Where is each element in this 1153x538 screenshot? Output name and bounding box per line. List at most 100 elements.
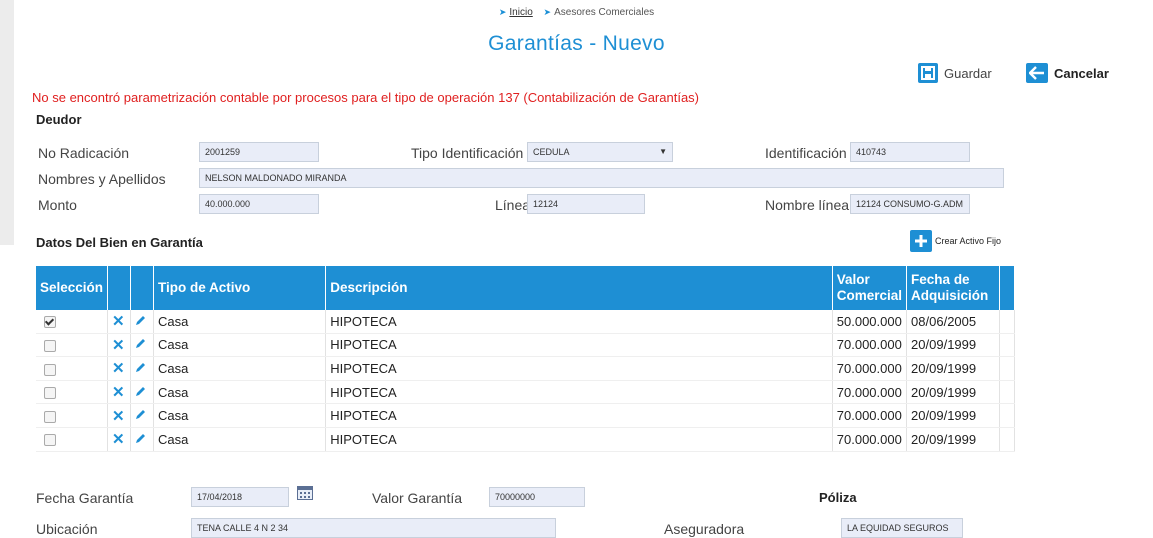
calendar-icon[interactable] [297,486,313,505]
col-edit [130,266,154,310]
breadcrumb-arrow-icon: ➤ [498,7,507,17]
col-seleccion[interactable]: Selección [36,266,109,310]
linea-field[interactable]: 12124 [527,194,645,214]
row-tipo: Casa [153,403,327,428]
row-tipo: Casa [153,427,327,452]
edit-pencil-icon[interactable] [135,337,147,352]
row-tipo: Casa [153,356,327,381]
monto-field[interactable]: 40.000.000 [199,194,319,214]
nombres-field[interactable]: NELSON MALDONADO MIRANDA [199,168,1004,188]
row-valor: 70.000.000 [832,427,908,452]
col-valor[interactable]: Valor Comercial [832,266,908,310]
row-edit-cell [130,380,154,405]
row-valor: 70.000.000 [832,333,908,358]
row-scroll-cell [999,356,1015,381]
row-select-checkbox[interactable] [44,363,56,376]
row-scroll-cell [999,380,1015,405]
identificacion-field[interactable]: 410743 [850,142,970,162]
row-fecha: 20/09/1999 [906,427,1000,452]
save-button[interactable]: Guardar [918,63,992,83]
nombres-label: Nombres y Apellidos [38,171,166,187]
row-edit-cell [130,310,154,334]
valor-garantia-label: Valor Garantía [372,490,463,506]
delete-x-icon[interactable]: ✕ [112,384,125,401]
col-scroll [999,266,1015,310]
row-valor: 50.000.000 [832,310,908,334]
tipo-identificacion-value: CEDULA [533,147,570,157]
row-edit-cell [130,333,154,358]
error-message: No se encontró parametrización contable … [32,90,699,105]
row-valor: 70.000.000 [832,380,908,405]
delete-x-icon[interactable]: ✕ [112,431,125,448]
col-tipo[interactable]: Tipo de Activo [153,266,327,310]
row-select-cell [36,427,109,452]
breadcrumb-home-link[interactable]: Inicio [509,7,532,18]
table-row[interactable]: ✕ Casa HIPOTECA 70.000.000 20/09/1999 [36,356,1015,381]
aseguradora-field[interactable]: LA EQUIDAD SEGUROS [841,518,963,538]
breadcrumb: ➤ Inicio ➤ Asesores Comerciales [0,7,1153,18]
col-fecha[interactable]: Fecha de Adquisición [906,266,1000,310]
edit-pencil-icon[interactable] [135,408,147,423]
row-valor: 70.000.000 [832,403,908,428]
chevron-down-icon: ▼ [659,147,667,156]
row-select-checkbox[interactable] [44,339,56,352]
table-row[interactable]: ✕ Casa HIPOTECA 70.000.000 20/09/1999 [36,380,1015,405]
poliza-title: Póliza [819,490,857,505]
row-select-checkbox[interactable] [44,387,56,400]
cancel-button[interactable]: Cancelar [1026,63,1109,83]
ubicacion-field[interactable]: TENA CALLE 4 N 2 34 [191,518,556,538]
no-radicacion-label: No Radicación [38,145,130,161]
edit-pencil-icon[interactable] [135,314,147,329]
no-radicacion-field[interactable]: 2001259 [199,142,319,162]
row-delete-cell: ✕ [107,310,132,334]
row-select-checkbox[interactable] [44,316,56,329]
row-edit-cell [130,427,154,452]
fecha-garantia-field[interactable]: 17/04/2018 [191,487,289,507]
tipo-identificacion-select[interactable]: CEDULA ▼ [527,142,673,162]
edit-pencil-icon[interactable] [135,361,147,376]
row-select-cell [36,356,109,381]
row-scroll-cell [999,403,1015,428]
row-select-checkbox[interactable] [44,434,56,447]
row-descripcion: HIPOTECA [325,333,833,358]
row-descripcion: HIPOTECA [325,427,833,452]
row-fecha: 20/09/1999 [906,403,1000,428]
breadcrumb-current: Asesores Comerciales [554,7,655,18]
col-delete [107,266,132,310]
row-descripcion: HIPOTECA [325,310,833,334]
edit-pencil-icon[interactable] [135,385,147,400]
row-scroll-cell [999,310,1015,334]
row-select-cell [36,333,109,358]
row-descripcion: HIPOTECA [325,356,833,381]
valor-garantia-field[interactable]: 70000000 [489,487,585,507]
col-descripcion[interactable]: Descripción [325,266,833,310]
page-title: Garantías - Nuevo [488,32,665,55]
assets-table: Selección Tipo de Activo Descripción Val… [36,266,1015,452]
row-fecha: 20/09/1999 [906,356,1000,381]
save-icon [918,63,938,83]
create-asset-button[interactable]: Crear Activo Fijo [910,230,1001,252]
edit-pencil-icon[interactable] [135,432,147,447]
delete-x-icon[interactable]: ✕ [112,408,125,425]
row-edit-cell [130,403,154,428]
row-delete-cell: ✕ [107,333,132,358]
identificacion-label: Identificación [765,145,847,161]
row-select-checkbox[interactable] [44,410,56,423]
row-fecha: 20/09/1999 [906,380,1000,405]
nombre-linea-field[interactable]: 12124 CONSUMO-G.ADM [850,194,970,214]
breadcrumb-arrow-icon: ➤ [543,7,552,17]
monto-label: Monto [38,197,77,213]
table-row[interactable]: ✕ Casa HIPOTECA 70.000.000 20/09/1999 [36,333,1015,358]
table-header-row: Selección Tipo de Activo Descripción Val… [36,266,1015,310]
table-row[interactable]: ✕ Casa HIPOTECA 50.000.000 08/06/2005 [36,310,1015,334]
table-row[interactable]: ✕ Casa HIPOTECA 70.000.000 20/09/1999 [36,403,1015,428]
table-row[interactable]: ✕ Casa HIPOTECA 70.000.000 20/09/1999 [36,427,1015,452]
back-arrow-icon [1026,63,1048,83]
aseguradora-label: Aseguradora [664,521,745,537]
deudor-section-title: Deudor [36,112,82,127]
delete-x-icon[interactable]: ✕ [112,337,125,354]
linea-label: Línea [495,197,531,213]
delete-x-icon[interactable]: ✕ [112,360,125,377]
delete-x-icon[interactable]: ✕ [112,313,125,330]
row-fecha: 08/06/2005 [906,310,1000,334]
